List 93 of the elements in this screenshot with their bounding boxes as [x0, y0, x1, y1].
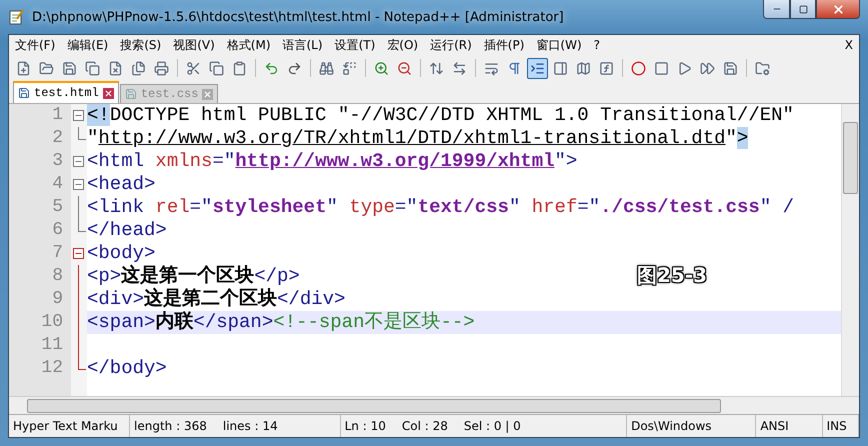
horizontal-arrows-icon: [452, 60, 467, 76]
line-number: 6: [51, 219, 64, 242]
line-number: 8: [51, 265, 64, 288]
line-number: 11: [40, 334, 64, 357]
scissors-icon: [186, 60, 201, 76]
fast-forward-icon: [700, 60, 715, 76]
line-number: 7: [51, 242, 64, 265]
clipboard-icon: [232, 60, 247, 76]
status-text: Ln : 10: [344, 419, 386, 433]
horizontal-scrollbar[interactable]: [9, 396, 859, 414]
code-line: "http://www.w3.org/TR/xhtml1/DTD/xhtml1-transitional.dtd">: [87, 127, 748, 150]
zoom-in-icon: [374, 60, 389, 76]
line-number: 2: [51, 127, 64, 150]
maximize-icon: [798, 4, 808, 14]
code-line: <div>这是第二个区块</div>: [87, 288, 346, 311]
record-icon: [631, 60, 646, 76]
code-line: <head>: [87, 173, 156, 196]
code-line: <!DOCTYPE html PUBLIC "-//W3C//DTD XHTML 1.0 Transitional//EN": [87, 104, 794, 127]
binoculars-icon: [319, 60, 334, 76]
menu-item[interactable]: 语言(L): [282, 36, 323, 54]
status-text: Sel : 0 | 0: [464, 419, 521, 433]
toolbar-button[interactable]: [527, 58, 548, 78]
fold-toggle-icon[interactable]: [73, 156, 84, 167]
line-number: 4: [51, 173, 64, 196]
status-text: lines : 14: [222, 419, 278, 433]
play-icon: [677, 60, 692, 76]
line-number: 5: [51, 196, 64, 219]
fold-toggle-icon[interactable]: [73, 179, 84, 190]
status-text: Dos\Windows: [631, 419, 712, 433]
fold-toggle-icon[interactable]: [73, 110, 84, 121]
status-text: Col : 28: [402, 419, 448, 433]
panel-icon: [553, 60, 568, 76]
menu-item[interactable]: 设置(T): [334, 36, 376, 54]
notepad-icon: [8, 9, 24, 25]
print-icon: [154, 60, 169, 76]
close-icon: [832, 2, 844, 16]
line-number: 3: [51, 150, 64, 173]
copy-icon: [209, 60, 224, 76]
fold-toggle-icon[interactable]: [73, 248, 84, 259]
wrap-text-icon: [484, 60, 499, 76]
vertical-scrollbar[interactable]: [841, 104, 859, 396]
menu-item[interactable]: 插件(P): [484, 36, 524, 54]
file-tab[interactable]: test.html: [13, 81, 119, 103]
menu-item[interactable]: 运行(R): [430, 36, 472, 54]
undo-icon: [264, 60, 279, 76]
menu-item[interactable]: 搜索(S): [120, 36, 162, 54]
menu-item[interactable]: 宏(O): [387, 36, 418, 54]
close-button[interactable]: [816, 0, 860, 19]
window-title: D:\phpnow\PHPnow-1.5.6\htdocs\test\html\test.html - Notepad++ [Administrator]: [32, 10, 564, 24]
code-line: </body>: [87, 357, 167, 380]
status-text: INS: [826, 419, 847, 433]
pilcrow-icon: [507, 60, 522, 76]
line-number: 1: [51, 104, 64, 127]
line-number: 10: [40, 311, 64, 334]
code-line: <p>这是第一个区块</p>: [87, 265, 300, 288]
minimize-button[interactable]: [763, 0, 790, 19]
code-line: <link rel="stylesheet" type="text/css" href="./css/test.css" /: [87, 196, 794, 219]
new-file-icon: [16, 60, 31, 76]
save-icon: [18, 87, 30, 99]
indent-icon: [530, 60, 545, 76]
vertical-arrows-icon: [429, 60, 444, 76]
code-line: <html xmlns="http://www.w3.org/1999/xhtml">: [87, 150, 578, 173]
status-text: length : 368: [134, 419, 207, 433]
figure-label: 图25-3: [637, 262, 708, 289]
files-icon: [131, 60, 146, 76]
tab-close-icon[interactable]: [102, 88, 114, 98]
menu-item[interactable]: 格式(M): [226, 36, 270, 54]
copy-icon: [85, 60, 100, 76]
menu-item[interactable]: 视图(V): [173, 36, 215, 54]
maximize-button[interactable]: [790, 0, 816, 19]
folder-icon: [755, 60, 770, 76]
menu-item[interactable]: 窗口(W): [536, 36, 582, 54]
menu-item[interactable]: 文件(F): [15, 36, 56, 54]
menu-item[interactable]: 编辑(E): [67, 36, 108, 54]
status-text: Hyper Text Marku: [13, 419, 118, 433]
replace-icon: [342, 60, 357, 76]
close-document-button[interactable]: X: [844, 38, 853, 52]
line-number: 9: [51, 288, 64, 311]
code-line: <body>: [87, 242, 156, 264]
map-icon: [576, 60, 591, 76]
zoom-out-icon: [397, 60, 412, 76]
redo-icon: [287, 60, 302, 76]
code-line: </head>: [87, 219, 167, 242]
save-icon: [62, 60, 77, 76]
function-icon: [599, 60, 614, 76]
line-number: 12: [40, 357, 64, 380]
save-icon: [124, 88, 137, 100]
open-folder-icon: [39, 60, 54, 76]
menu-item[interactable]: ?: [594, 38, 600, 52]
stop-icon: [654, 60, 669, 76]
file-close-icon: [108, 60, 123, 76]
save-icon: [723, 60, 738, 76]
status-text: ANSI: [760, 419, 789, 433]
